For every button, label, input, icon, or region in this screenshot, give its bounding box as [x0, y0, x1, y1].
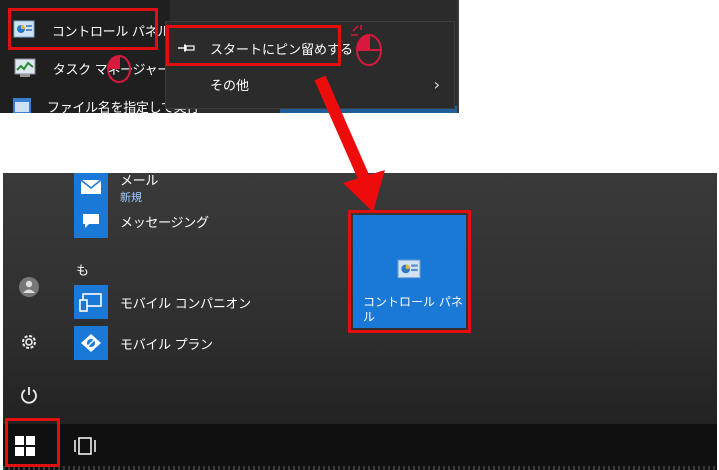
highlight-start-button — [5, 418, 60, 467]
left-click-mouse-icon — [351, 25, 382, 66]
task-view-icon[interactable] — [73, 437, 97, 459]
context-menu-screenshot: コントロール パネル タスク マネージャー ファイル名を指定して実行 スタートに… — [0, 0, 459, 113]
chevron-right-icon: › — [433, 75, 440, 94]
start-menu-screenshot: メール 新規 メッセージング も モバイル コンパニオン モバイル プラン コン… — [3, 173, 717, 470]
mail-icon — [74, 173, 108, 204]
user-icon[interactable] — [17, 275, 41, 299]
window-border — [457, 0, 459, 113]
messaging-icon — [74, 204, 108, 238]
app-mobile-companion[interactable]: モバイル コンパニオン — [74, 282, 251, 322]
app-label: モバイル コンパニオン — [120, 296, 251, 312]
taskbar-edge — [3, 466, 717, 470]
app-messaging[interactable]: メッセージング — [74, 201, 209, 241]
start-left-rail — [3, 173, 59, 423]
section-letter[interactable]: も — [76, 260, 89, 279]
app-label: モバイル プラン — [120, 337, 213, 353]
list-item-run[interactable]: ファイル名を指定して実行 — [0, 88, 199, 113]
mobile-companion-icon — [74, 285, 108, 319]
app-label: メッセージング — [120, 215, 209, 231]
app-mobile-plans[interactable]: モバイル プラン — [74, 323, 213, 363]
list-item-task-manager[interactable]: タスク マネージャー — [0, 50, 170, 86]
taskbar — [3, 424, 717, 470]
mobile-plans-icon — [74, 326, 108, 360]
highlight-control-panel — [8, 8, 158, 50]
highlight-pinned-tile — [348, 210, 471, 333]
more-label: その他 — [210, 78, 250, 94]
power-icon[interactable] — [17, 383, 41, 407]
task-manager-icon — [11, 56, 39, 80]
settings-icon[interactable] — [17, 330, 41, 354]
more-item[interactable]: その他 › — [166, 66, 454, 102]
highlight-pin-to-start — [166, 25, 341, 66]
app-label: メール — [120, 173, 159, 189]
run-icon — [11, 94, 33, 113]
right-click-mouse-icon — [107, 55, 131, 83]
